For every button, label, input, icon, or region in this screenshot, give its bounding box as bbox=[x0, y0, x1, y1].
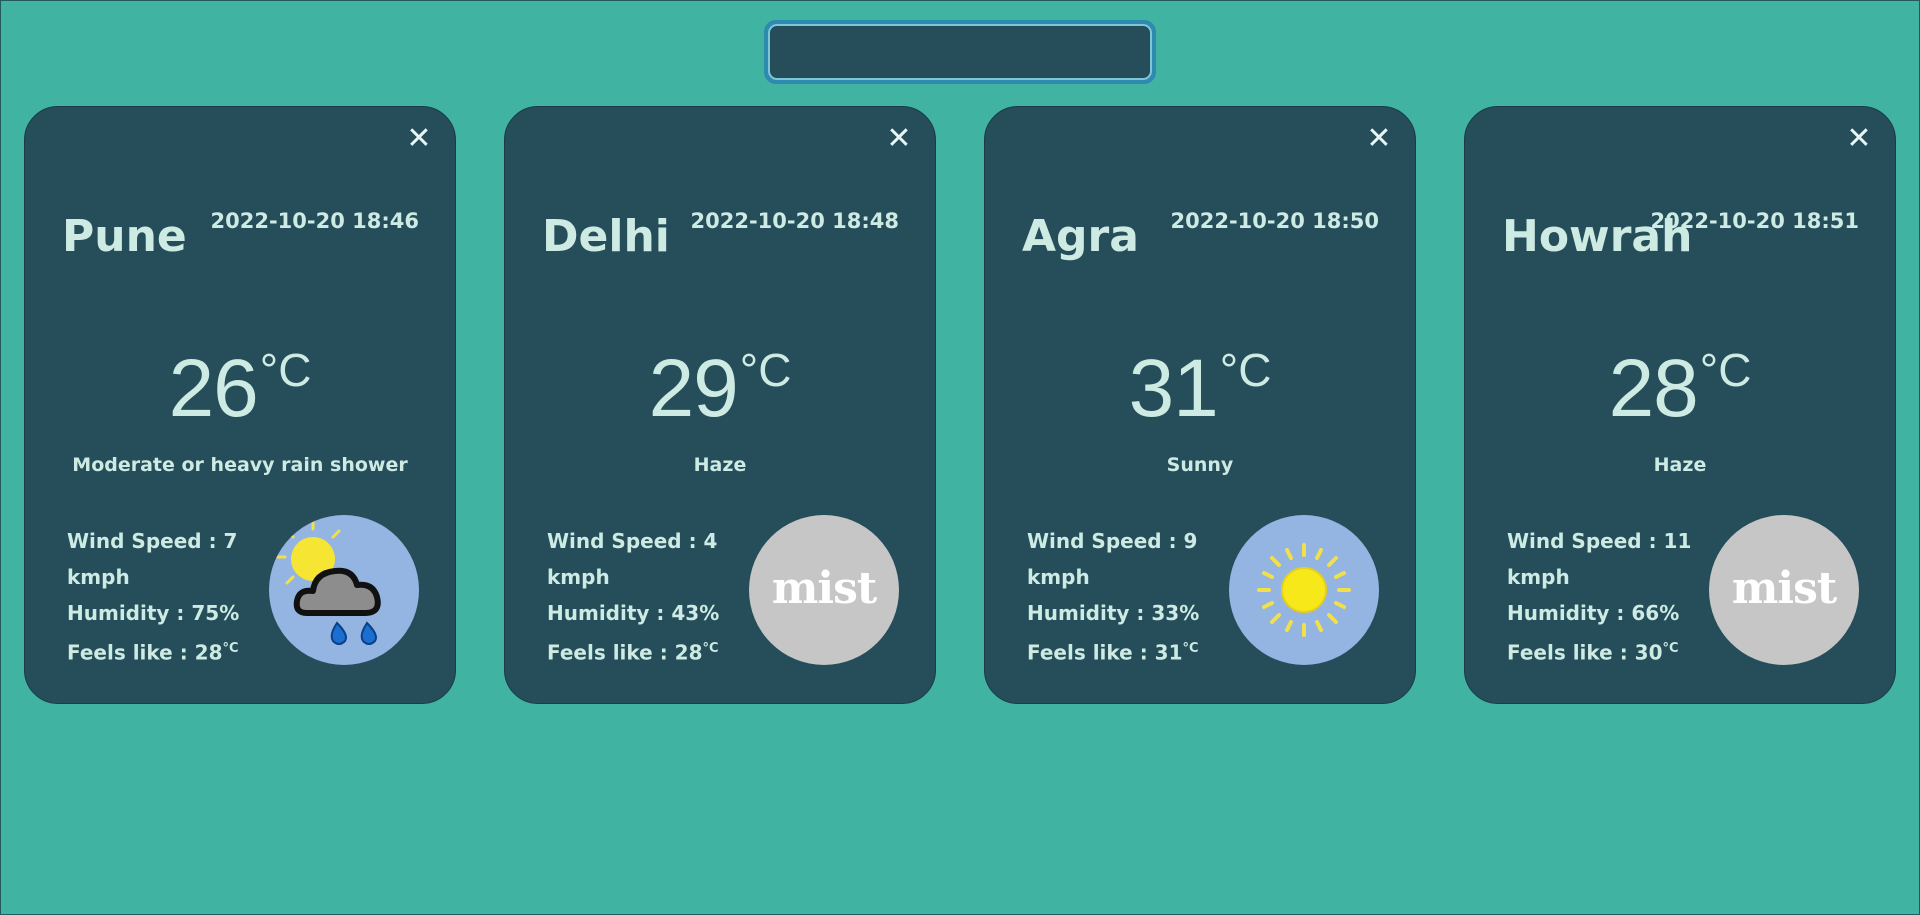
city-name: Agra bbox=[1022, 211, 1139, 262]
feels-like-unit: °C bbox=[702, 641, 719, 656]
condition-text: Moderate or heavy rain shower bbox=[72, 454, 408, 476]
feels-like-unit: °C bbox=[1662, 641, 1679, 656]
weather-stats: Wind Speed : 11 kmph Humidity : 66% Feel… bbox=[1501, 523, 1701, 671]
wind-speed: Wind Speed : 11 kmph bbox=[1507, 529, 1692, 589]
temperature-value: 31 bbox=[1128, 343, 1219, 434]
sun-icon bbox=[1229, 515, 1379, 665]
temperature-unit: °C bbox=[1699, 344, 1752, 396]
temperature: 28°C bbox=[1465, 347, 1895, 430]
feels-like: Feels like : 30°C bbox=[1501, 631, 1701, 671]
wind-speed: Wind Speed : 7 kmph bbox=[67, 529, 238, 589]
mist-icon: mist bbox=[749, 515, 899, 665]
temperature-unit: °C bbox=[739, 344, 792, 396]
feels-like: Feels like : 28°C bbox=[541, 631, 741, 671]
weather-stats: Wind Speed : 9 kmph Humidity : 33% Feels… bbox=[1021, 523, 1221, 671]
weather-card: ✕ Pune 2022-10-20 18:46 26°C Moderate or… bbox=[24, 106, 456, 704]
temperature: 26°C bbox=[25, 347, 455, 430]
temperature: 31°C bbox=[985, 347, 1415, 430]
city-name: Delhi bbox=[542, 211, 670, 262]
close-icon[interactable]: ✕ bbox=[1365, 124, 1393, 154]
humidity: Humidity : 43% bbox=[547, 601, 720, 625]
humidity: Humidity : 33% bbox=[1027, 601, 1200, 625]
temperature: 29°C bbox=[505, 347, 935, 430]
weather-card: ✕ Delhi 2022-10-20 18:48 29°C Haze Wind … bbox=[504, 106, 936, 704]
mist-icon-text: mist bbox=[771, 563, 877, 614]
datetime: 2022-10-20 18:46 bbox=[210, 209, 419, 233]
city-search-input[interactable] bbox=[768, 24, 1152, 80]
temperature-value: 28 bbox=[1608, 343, 1699, 434]
weather-stats: Wind Speed : 7 kmph Humidity : 75% Feels… bbox=[61, 523, 261, 671]
wind-speed: Wind Speed : 4 kmph bbox=[547, 529, 718, 589]
feels-like-unit: °C bbox=[1182, 641, 1199, 656]
datetime: 2022-10-20 18:50 bbox=[1170, 209, 1379, 233]
mist-icon-text: mist bbox=[1731, 563, 1837, 614]
temperature-value: 29 bbox=[648, 343, 739, 434]
feels-like-value: Feels like : 28 bbox=[67, 640, 223, 665]
search-box bbox=[764, 20, 1156, 84]
feels-like-unit: °C bbox=[222, 641, 239, 656]
weather-card: ✕ Howrah 2022-10-20 18:51 28°C Haze Wind… bbox=[1464, 106, 1896, 704]
weather-stats: Wind Speed : 4 kmph Humidity : 43% Feels… bbox=[541, 523, 741, 671]
condition-text: Haze bbox=[1653, 454, 1707, 476]
datetime: 2022-10-20 18:48 bbox=[690, 209, 899, 233]
condition-text: Haze bbox=[693, 454, 747, 476]
condition-text: Sunny bbox=[1166, 454, 1234, 476]
humidity: Humidity : 75% bbox=[67, 601, 240, 625]
close-icon[interactable]: ✕ bbox=[885, 124, 913, 154]
feels-like: Feels like : 28°C bbox=[61, 631, 261, 671]
feels-like-value: Feels like : 31 bbox=[1027, 640, 1183, 665]
humidity: Humidity : 66% bbox=[1507, 601, 1680, 625]
temperature-unit: °C bbox=[1219, 344, 1272, 396]
close-icon[interactable]: ✕ bbox=[1845, 124, 1873, 154]
weather-card: ✕ Agra 2022-10-20 18:50 31°C Sunny Wind … bbox=[984, 106, 1416, 704]
mist-icon: mist bbox=[1709, 515, 1859, 665]
city-name: Pune bbox=[62, 211, 187, 262]
temperature-unit: °C bbox=[259, 344, 312, 396]
close-icon[interactable]: ✕ bbox=[405, 124, 433, 154]
wind-speed: Wind Speed : 9 kmph bbox=[1027, 529, 1198, 589]
feels-like: Feels like : 31°C bbox=[1021, 631, 1221, 671]
feels-like-value: Feels like : 28 bbox=[547, 640, 703, 665]
temperature-value: 26 bbox=[168, 343, 259, 434]
datetime: 2022-10-20 18:51 bbox=[1650, 209, 1859, 233]
feels-like-value: Feels like : 30 bbox=[1507, 640, 1663, 665]
rain-shower-icon bbox=[269, 515, 419, 665]
